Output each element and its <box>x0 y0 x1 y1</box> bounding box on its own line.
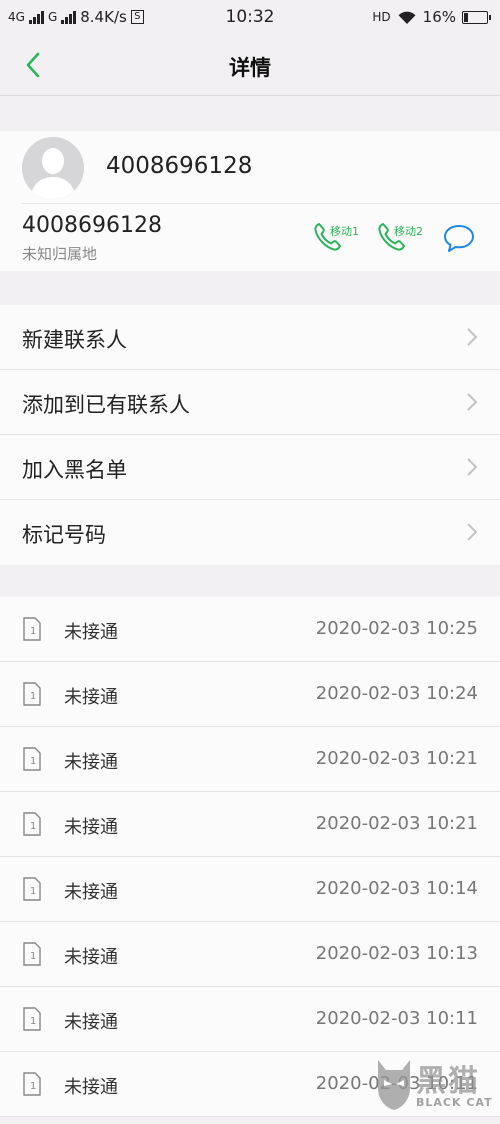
divider <box>22 203 500 204</box>
sim-card-icon: 1 <box>23 942 41 966</box>
black-cat-logo-icon <box>378 1060 410 1110</box>
svg-text:1: 1 <box>30 821 36 832</box>
chevron-right-icon <box>467 328 478 346</box>
sim-card-icon: 1 <box>23 747 41 771</box>
sim-card-icon: 1 <box>23 1072 41 1096</box>
call-time: 2020-02-03 10:21 <box>315 813 478 834</box>
svg-text:1: 1 <box>30 1016 36 1027</box>
watermark-text: 黑猫 <box>416 1064 480 1099</box>
sim-card-icon: 1 <box>23 682 41 706</box>
call-time: 2020-02-03 10:24 <box>315 683 478 704</box>
page-title: 详情 <box>229 56 271 80</box>
menu-item-label: 加入黑名单 <box>22 458 127 482</box>
call-log-row[interactable]: 1 未接通 2020-02-03 10:14 <box>0 857 500 922</box>
call-log-row[interactable]: 1 未接通 2020-02-03 10:21 <box>0 727 500 792</box>
call-status: 未接通 <box>64 687 118 708</box>
call-log-row[interactable]: 1 未接通 2020-02-03 10:11 <box>0 987 500 1052</box>
sim-card-icon: 1 <box>23 812 41 836</box>
sim-card-icon: 1 <box>23 877 41 901</box>
watermark: 黑猫 BLACK CAT <box>372 1050 500 1124</box>
status-bar-right: HD 16% <box>372 8 491 26</box>
menu-item-blacklist[interactable]: 加入黑名单 <box>0 435 500 500</box>
chevron-right-icon <box>467 523 478 541</box>
call-time: 2020-02-03 10:21 <box>315 748 478 769</box>
call-status: 未接通 <box>64 622 118 643</box>
menu-item-label: 标记号码 <box>22 523 106 547</box>
call-status: 未接通 <box>64 947 118 968</box>
call-status: 未接通 <box>64 882 118 903</box>
call-status: 未接通 <box>64 1077 118 1098</box>
menu-item-label: 添加到已有联系人 <box>22 393 190 417</box>
call-log-list: 1 未接通 2020-02-03 10:25 1 未接通 2020-02-03 … <box>0 597 500 1117</box>
call-time: 2020-02-03 10:25 <box>315 618 478 639</box>
watermark-subtext: BLACK CAT <box>416 1096 493 1109</box>
battery-icon <box>462 10 491 24</box>
svg-text:1: 1 <box>30 756 36 767</box>
chevron-right-icon <box>467 458 478 476</box>
sim-card-icon: 1 <box>23 1007 41 1031</box>
call-time: 2020-02-03 10:14 <box>315 878 478 899</box>
avatar <box>22 137 84 199</box>
call-log-row[interactable]: 1 未接通 2020-02-03 10:24 <box>0 662 500 727</box>
svg-text:1: 1 <box>30 691 36 702</box>
status-bar: 4G G 8.4K/s S 10:32 HD 16% <box>0 0 500 34</box>
message-button[interactable] <box>442 223 476 253</box>
call-status: 未接通 <box>64 752 118 773</box>
chevron-right-icon <box>467 393 478 411</box>
call-sim2-button[interactable]: 移动2 <box>376 219 440 255</box>
menu-item-new-contact[interactable]: 新建联系人 <box>0 305 500 370</box>
contact-number[interactable]: 4008696128 <box>22 213 162 238</box>
battery-percent: 16% <box>422 8 456 26</box>
menu-item-add-to-existing[interactable]: 添加到已有联系人 <box>0 370 500 435</box>
menu-item-label: 新建联系人 <box>22 328 127 352</box>
chat-bubble-icon <box>444 225 474 252</box>
app-header: 详情 <box>0 34 500 96</box>
menu-item-mark-number[interactable]: 标记号码 <box>0 500 500 565</box>
call-sim1-label: 移动1 <box>330 225 359 238</box>
call-status: 未接通 <box>64 1012 118 1033</box>
call-sim2-label: 移动2 <box>394 225 423 238</box>
number-location: 未知归属地 <box>22 245 98 263</box>
wifi-icon <box>398 11 416 24</box>
svg-text:1: 1 <box>30 1081 36 1092</box>
call-status: 未接通 <box>64 817 118 838</box>
call-log-row[interactable]: 1 未接通 2020-02-03 10:25 <box>0 597 500 662</box>
call-sim1-button[interactable]: 移动1 <box>312 219 376 255</box>
sim-card-icon: 1 <box>23 617 41 641</box>
contact-name: 4008696128 <box>106 153 253 179</box>
svg-text:1: 1 <box>30 626 36 637</box>
contact-card: 4008696128 4008696128 未知归属地 移动1 移动2 <box>0 131 500 271</box>
call-time: 2020-02-03 10:11 <box>315 1008 478 1029</box>
svg-text:1: 1 <box>30 951 36 962</box>
action-menu: 新建联系人 添加到已有联系人 加入黑名单 标记号码 <box>0 305 500 565</box>
svg-text:1: 1 <box>30 886 36 897</box>
call-log-row[interactable]: 1 未接通 2020-02-03 10:21 <box>0 792 500 857</box>
call-log-row[interactable]: 1 未接通 2020-02-03 10:13 <box>0 922 500 987</box>
hd-indicator: HD <box>372 10 391 24</box>
person-placeholder-icon <box>22 137 84 199</box>
call-time: 2020-02-03 10:13 <box>315 943 478 964</box>
